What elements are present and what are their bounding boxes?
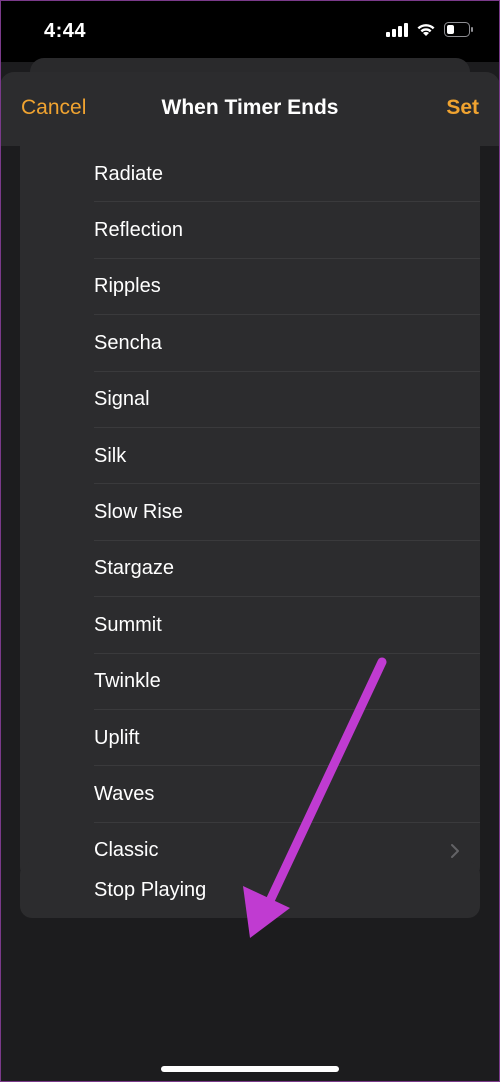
sound-label: Ripples <box>94 275 161 298</box>
sound-label: Summit <box>94 613 162 636</box>
status-bar: 4:44 <box>0 0 500 62</box>
sound-label: Slow Rise <box>94 501 183 524</box>
stop-playing-label: Stop Playing <box>94 878 207 901</box>
sound-label: Uplift <box>94 726 140 749</box>
list-item[interactable]: Stargaze <box>20 541 480 598</box>
list-item[interactable]: Reflection <box>20 202 480 259</box>
status-icons <box>386 22 474 37</box>
list-item[interactable]: Uplift <box>20 710 480 767</box>
chevron-right-icon <box>451 843 459 858</box>
sound-label: Signal <box>94 388 150 411</box>
cellular-signal-icon <box>386 22 408 37</box>
list-item[interactable]: Twinkle <box>20 654 480 710</box>
list-item[interactable]: Slow Rise <box>20 484 480 541</box>
sound-label: Reflection <box>94 219 183 242</box>
home-indicator[interactable] <box>161 1066 339 1072</box>
timer-sound-sheet: Cancel When Timer Ends Set Radiate Refle… <box>0 72 500 1082</box>
nav-bar: Cancel When Timer Ends Set <box>0 72 500 146</box>
list-item[interactable]: Radiate <box>20 146 480 203</box>
sound-list: Radiate Reflection Ripples Sencha Signal… <box>20 146 480 880</box>
page-title: When Timer Ends <box>161 96 339 119</box>
list-item[interactable]: Sencha <box>20 315 480 372</box>
list-item[interactable]: Summit <box>20 597 480 654</box>
sound-label: Waves <box>94 782 155 805</box>
wifi-icon <box>417 24 435 36</box>
sound-label: Stargaze <box>94 557 175 580</box>
list-item[interactable]: Silk <box>20 428 480 485</box>
stop-playing-option[interactable]: Stop Playing <box>20 862 480 918</box>
battery-icon <box>444 22 473 37</box>
sound-label: Radiate <box>94 162 163 185</box>
status-time: 4:44 <box>44 20 87 42</box>
list-item[interactable]: Waves <box>20 766 480 823</box>
set-button[interactable]: Set <box>446 96 479 120</box>
sound-label: Classic <box>94 839 159 862</box>
sound-label: Sencha <box>94 331 162 354</box>
sound-label: Twinkle <box>94 670 161 693</box>
list-item[interactable]: Signal <box>20 372 480 428</box>
sound-label: Silk <box>94 444 127 467</box>
list-item[interactable]: Ripples <box>20 259 480 316</box>
